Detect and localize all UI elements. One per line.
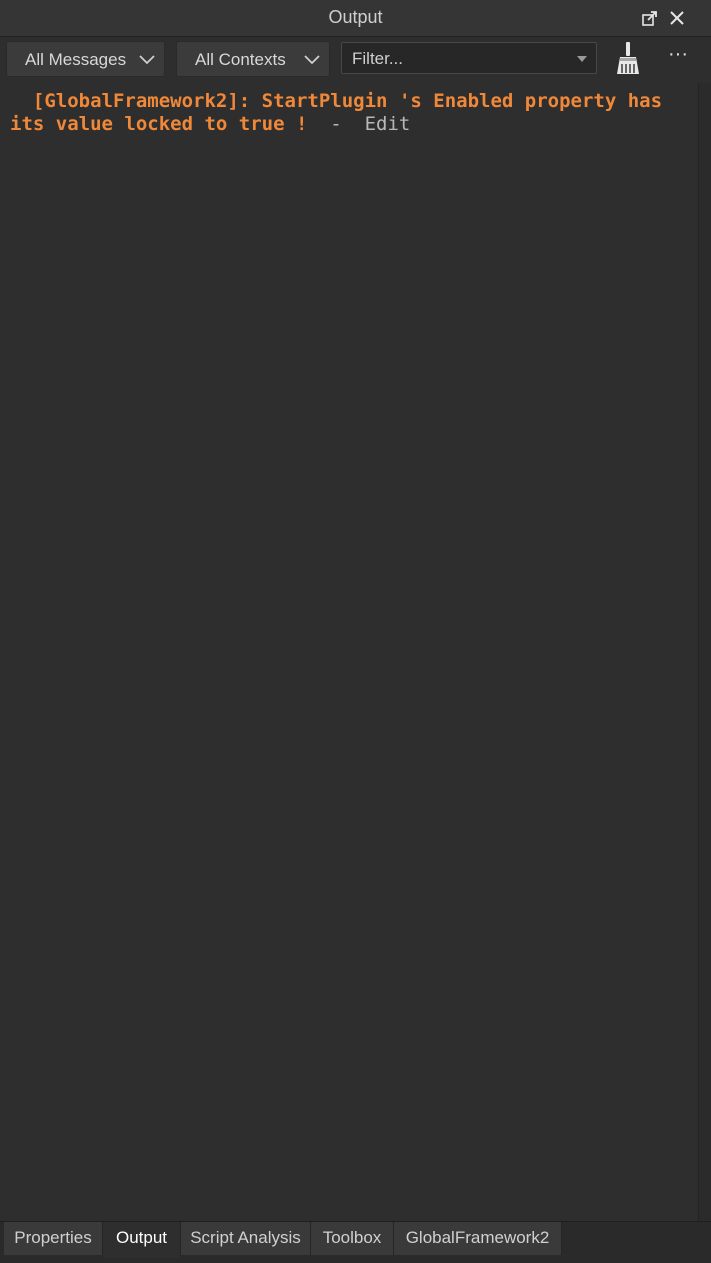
tab-properties[interactable]: Properties <box>4 1222 103 1255</box>
tab-script-analysis[interactable]: Script Analysis <box>181 1222 311 1255</box>
tab-toolbox-label: Toolbox <box>322 1228 382 1247</box>
title-bar: Output <box>0 0 711 37</box>
undock-icon[interactable] <box>639 7 661 29</box>
output-log: [GlobalFramework2]: StartPlugin 's Enabl… <box>0 83 698 1221</box>
tab-script-analysis-label: Script Analysis <box>190 1228 301 1247</box>
chevron-down-icon <box>139 55 155 65</box>
dock-tab-bar: Properties Output Script Analysis Toolbo… <box>0 1221 711 1263</box>
tab-toolbox[interactable]: Toolbox <box>311 1222 394 1255</box>
context-label: All Contexts <box>195 50 286 69</box>
panel-title: Output <box>328 7 383 27</box>
tab-output-label: Output <box>115 1228 168 1247</box>
output-panel: Output All Messages All Contexts Filter.… <box>0 0 711 1263</box>
log-message[interactable]: [GlobalFramework2]: StartPlugin 's Enabl… <box>10 90 690 136</box>
context-dropdown[interactable]: All Contexts <box>176 41 330 77</box>
vertical-scrollbar[interactable] <box>698 83 711 1221</box>
more-icon[interactable]: ··· <box>664 43 692 71</box>
broom-icon[interactable] <box>612 40 644 78</box>
filter-input[interactable] <box>350 46 574 72</box>
filter-box[interactable] <box>341 42 597 74</box>
filter-dropdown-caret-icon[interactable] <box>577 56 587 62</box>
output-toolbar: All Messages All Contexts ··· <box>0 37 711 83</box>
tab-properties-label: Properties <box>14 1228 92 1247</box>
message-type-label: All Messages <box>25 50 127 69</box>
log-message-context: - Edit <box>318 113 411 135</box>
chevron-down-icon <box>304 55 320 65</box>
close-icon[interactable] <box>666 7 688 29</box>
tab-globalframework2[interactable]: GlobalFramework2 <box>394 1222 562 1255</box>
tab-output[interactable]: Output <box>103 1222 181 1258</box>
message-type-dropdown[interactable]: All Messages <box>6 41 165 77</box>
tab-globalframework2-label: GlobalFramework2 <box>405 1228 550 1247</box>
